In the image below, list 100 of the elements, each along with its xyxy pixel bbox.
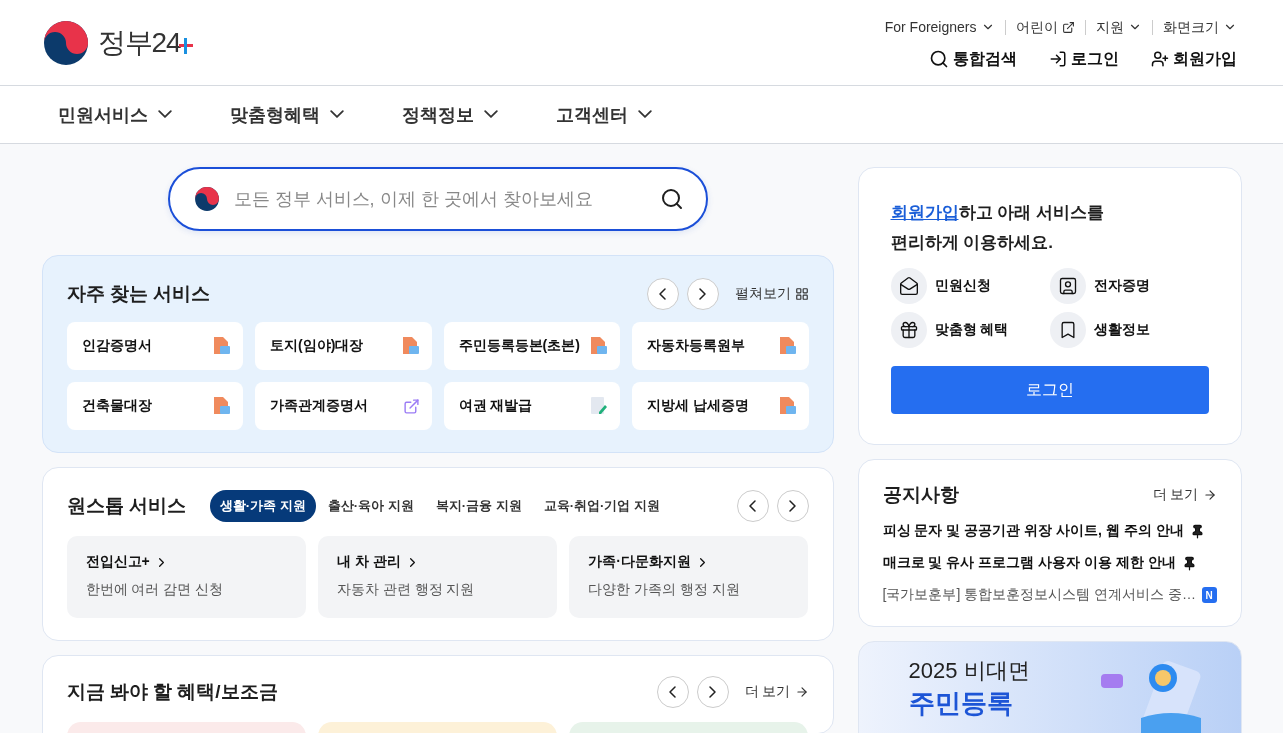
service-item[interactable]: 가족관계증명서 <box>255 382 432 430</box>
section-title: 공지사항 <box>882 483 959 507</box>
utility-link[interactable]: 화면크기 <box>1151 19 1237 35</box>
previous-button[interactable] <box>646 278 679 310</box>
banner-title: 주민등록 <box>908 688 1014 718</box>
new-badge: N <box>1201 587 1217 603</box>
service-label: 토지(임야)대장 <box>270 337 364 355</box>
category-tab[interactable]: 생활·가족 지원 <box>209 490 316 522</box>
header-action-link[interactable]: 회원가입 <box>1150 48 1237 70</box>
previous-button[interactable] <box>736 490 769 522</box>
card-title: 내 차 관리 <box>336 553 539 571</box>
grid-icon <box>794 287 809 301</box>
nav-menu-item[interactable]: 정책정보 <box>385 102 514 127</box>
category-tab[interactable]: 복지·금융 지원 <box>425 490 532 522</box>
id-card-icon <box>1057 276 1078 296</box>
utility-link[interactable]: For Foreigners <box>874 19 1005 35</box>
more-link[interactable]: 더 보기 <box>744 683 809 701</box>
chevron-right-icon <box>789 500 796 512</box>
section-title: 지금 봐야 할 혜택/보조금 <box>66 680 278 704</box>
chevron-down-icon <box>637 110 652 119</box>
arrow-right-icon <box>794 685 809 699</box>
service-label: 여권 재발급 <box>458 397 533 415</box>
header-action-link[interactable]: 로그인 <box>1048 48 1119 70</box>
logo-emblem-icon <box>41 18 90 67</box>
quick-service-link[interactable]: 민원신청 <box>890 268 1050 304</box>
nav-menu-item[interactable]: 민원서비스 <box>41 102 188 127</box>
utility-link[interactable]: 지원 <box>1084 19 1152 35</box>
chevron-down-icon <box>329 110 344 119</box>
next-button[interactable] <box>686 278 719 310</box>
card-title: 가족·다문화지원 <box>588 553 790 571</box>
service-item[interactable]: 자동차등록원부 <box>632 322 809 370</box>
document-icon <box>590 336 608 356</box>
notice-link[interactable]: 매크로 및 유사 프로그램 사용자 이용 제한 안내 <box>882 554 1217 572</box>
pencil-document-icon <box>590 396 608 416</box>
chevron-down-icon <box>483 110 498 119</box>
mail-icon <box>898 276 919 296</box>
chevron-right-icon <box>709 686 717 698</box>
nav-menu-item[interactable]: 고객센터 <box>539 102 668 127</box>
pin-icon <box>1181 555 1197 571</box>
quick-service-link[interactable]: 생활정보 <box>1049 312 1209 348</box>
chevron-down-icon <box>157 110 172 119</box>
quick-service-link[interactable]: 맞춤형 혜택 <box>890 312 1050 348</box>
category-tab[interactable]: 출산·육아 지원 <box>317 490 424 522</box>
document-icon <box>213 336 231 356</box>
notice-link[interactable]: [국가보훈부] 통합보훈정보시스템 연계서비스 중… N <box>882 586 1217 604</box>
document-icon <box>778 336 797 356</box>
service-label: 주민등록등본(초본) <box>458 337 580 355</box>
nav-menu-item[interactable]: 맞춤형혜택 <box>213 102 360 127</box>
category-tab[interactable]: 교육·취업·기업 지원 <box>533 490 670 522</box>
document-icon <box>778 396 797 416</box>
external-link-icon <box>1061 20 1075 34</box>
search-field[interactable]: 모든 정부 서비스, 이제 한 곳에서 찾아보세요 <box>167 167 708 231</box>
card-description: 한번에 여러 감면 신청 <box>85 581 225 599</box>
promo-banner[interactable]: 2025 비대면 주민등록 <box>857 641 1242 733</box>
chevron-left-icon <box>659 288 666 300</box>
service-label: 지방세 납세증명 <box>647 397 749 415</box>
chevron-left-icon <box>749 500 756 512</box>
onestop-card[interactable]: 내 차 관리 자동차 관련 행정 지원 <box>317 536 558 618</box>
quick-service-link[interactable]: 전자증명 <box>1049 268 1209 304</box>
next-button[interactable] <box>696 676 729 708</box>
onestop-card[interactable]: 가족·다문화지원 다양한 가족의 행정 지원 <box>569 536 809 618</box>
service-item[interactable]: 토지(임야)대장 <box>255 322 432 370</box>
logo-text[interactable]: 정부24 <box>97 23 181 62</box>
service-label: 인감증명서 <box>81 337 152 355</box>
pin-icon <box>1189 523 1205 539</box>
previous-button[interactable] <box>656 676 689 708</box>
welcome-text: 회원가입하고 아래 서비스를 편리하게 이용하세요. <box>890 202 1105 254</box>
onestop-card[interactable]: 전입신고+ 한번에 여러 감면 신청 <box>66 536 306 618</box>
banner-subtitle: 2025 비대면 <box>908 657 1030 685</box>
card-description: 다양한 가족의 행정 지원 <box>588 581 741 599</box>
next-button[interactable] <box>776 490 809 522</box>
signup-link[interactable]: 회원가입 <box>890 203 959 222</box>
login-icon <box>1048 50 1067 68</box>
user-plus-icon <box>1150 50 1169 68</box>
document-icon <box>213 396 231 416</box>
service-label: 가족관계증명서 <box>270 397 368 415</box>
service-label: 건축물대장 <box>81 397 152 415</box>
search-icon <box>928 49 949 69</box>
service-item[interactable]: 지방세 납세증명 <box>632 382 809 430</box>
utility-link[interactable]: 어린이 <box>1004 19 1085 35</box>
chevron-left-icon <box>669 686 677 698</box>
section-title: 원스톱 서비스 <box>66 494 186 518</box>
search-input[interactable]: 모든 정부 서비스, 이제 한 곳에서 찾아보세요 <box>231 187 648 211</box>
notice-link[interactable]: 피싱 문자 및 공공기관 위장 사이트, 웹 주의 안내 <box>882 522 1217 540</box>
search-icon[interactable] <box>659 187 684 211</box>
expand-link[interactable]: 펼쳐보기 <box>734 285 809 303</box>
service-item[interactable]: 건축물대장 <box>66 382 243 430</box>
service-item[interactable]: 여권 재발급 <box>443 382 620 430</box>
service-item[interactable]: 주민등록등본(초본) <box>443 322 620 370</box>
service-label: 자동차등록원부 <box>647 337 745 355</box>
document-icon <box>401 336 420 356</box>
external-link-icon <box>402 397 420 415</box>
service-item[interactable]: 인감증명서 <box>66 322 243 370</box>
chevron-right-icon <box>699 288 706 300</box>
header-action-link[interactable]: 통합검색 <box>928 48 1017 70</box>
emblem-icon <box>193 186 220 212</box>
login-button[interactable]: 로그인 <box>890 366 1209 414</box>
card-title: 전입신고+ <box>85 553 287 571</box>
section-title: 자주 찾는 서비스 <box>66 282 211 306</box>
more-link[interactable]: 더 보기 <box>1152 486 1217 504</box>
